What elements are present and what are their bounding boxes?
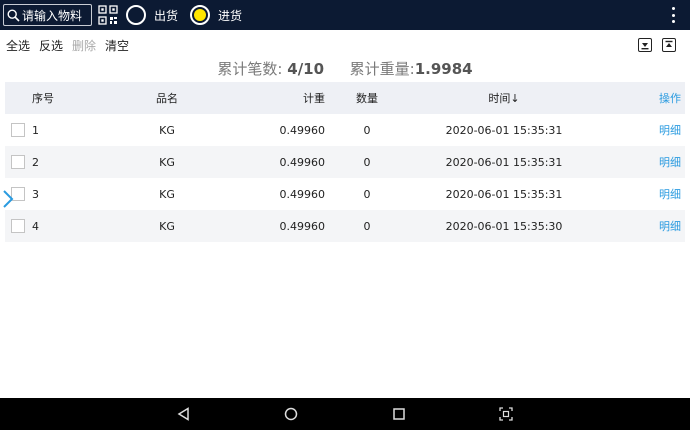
row-name: KG <box>159 219 175 233</box>
row-qty: 0 <box>363 155 371 169</box>
nav-back-icon[interactable] <box>176 406 192 422</box>
row-qty: 0 <box>363 219 371 233</box>
table-row[interactable]: 4 KG 0.49960 0 2020-06-01 15:35:30 明细 <box>5 210 685 242</box>
row-name: KG <box>159 155 175 169</box>
more-vert-icon[interactable] <box>669 7 677 23</box>
table-header: 序号 品名 计重 数量 时间↓ 操作 <box>5 82 685 114</box>
chevron-right-icon[interactable] <box>2 189 14 209</box>
action-bar: 全选 反选 删除 清空 <box>6 37 129 54</box>
search-input[interactable]: 请输入物料 <box>3 4 92 26</box>
row-time: 2020-06-01 15:35:30 <box>445 219 563 233</box>
row-time: 2020-06-01 15:35:31 <box>445 187 563 201</box>
system-nav-bar <box>0 398 690 430</box>
search-icon <box>4 5 22 25</box>
row-detail-link[interactable]: 明细 <box>637 178 681 210</box>
row-index: 3 <box>32 187 39 201</box>
header-weight: 计重 <box>303 92 325 105</box>
row-checkbox[interactable] <box>11 123 25 137</box>
table-row[interactable]: 3 KG 0.49960 0 2020-06-01 15:35:31 明细 <box>5 178 685 210</box>
row-weight: 0.49960 <box>279 219 326 233</box>
row-detail-link[interactable]: 明细 <box>637 146 681 178</box>
row-checkbox[interactable] <box>11 155 25 169</box>
header-index: 序号 <box>32 92 54 105</box>
invert-selection-button[interactable]: 反选 <box>39 37 63 54</box>
radio-in-label[interactable]: 进货 <box>218 7 242 24</box>
header-time-sort[interactable]: 时间↓ <box>433 82 575 114</box>
row-detail-link[interactable]: 明细 <box>637 210 681 242</box>
row-qty: 0 <box>363 187 371 201</box>
radio-selected-dot <box>194 9 206 21</box>
top-app-bar: 请输入物料 出货 进货 <box>0 0 690 30</box>
select-all-button[interactable]: 全选 <box>6 37 30 54</box>
weight-value: 1.9984 <box>414 60 473 78</box>
header-op: 操作 <box>659 92 681 105</box>
count-value: 4/10 <box>287 60 325 78</box>
row-weight: 0.49960 <box>279 155 326 169</box>
import-icon[interactable] <box>638 38 652 52</box>
table-row[interactable]: 1 KG 0.49960 0 2020-06-01 15:35:31 明细 <box>5 114 685 146</box>
row-index: 4 <box>32 219 39 233</box>
row-checkbox[interactable] <box>11 219 25 233</box>
row-weight: 0.49960 <box>279 123 326 137</box>
row-detail-link[interactable]: 明细 <box>637 114 681 146</box>
qr-scan-icon[interactable] <box>98 5 118 25</box>
nav-recents-icon[interactable] <box>391 406 407 422</box>
delete-button[interactable]: 删除 <box>72 37 96 54</box>
header-name: 品名 <box>156 92 178 105</box>
export-icon[interactable] <box>662 38 676 52</box>
row-index: 2 <box>32 155 39 169</box>
clear-button[interactable]: 清空 <box>105 37 129 54</box>
radio-out[interactable] <box>126 5 146 25</box>
row-name: KG <box>159 187 175 201</box>
row-time: 2020-06-01 15:35:31 <box>445 123 563 137</box>
radio-out-label[interactable]: 出货 <box>154 7 178 24</box>
row-qty: 0 <box>363 123 371 137</box>
row-index: 1 <box>32 123 39 137</box>
radio-in[interactable] <box>190 5 210 25</box>
weight-label: 累计重量: <box>349 60 415 78</box>
nav-home-icon[interactable] <box>283 406 299 422</box>
search-placeholder: 请输入物料 <box>22 8 83 23</box>
row-weight: 0.49960 <box>279 187 326 201</box>
records-table: 序号 品名 计重 数量 时间↓ 操作 1 KG 0.49960 0 2020-0… <box>5 82 685 242</box>
count-label: 累计笔数: <box>217 60 283 78</box>
screenshot-icon[interactable] <box>498 406 514 422</box>
summary: 累计笔数: 4/10 累计重量:1.9984 <box>0 58 690 79</box>
header-qty: 数量 <box>356 92 378 105</box>
row-time: 2020-06-01 15:35:31 <box>445 155 563 169</box>
row-name: KG <box>159 123 175 137</box>
table-row[interactable]: 2 KG 0.49960 0 2020-06-01 15:35:31 明细 <box>5 146 685 178</box>
